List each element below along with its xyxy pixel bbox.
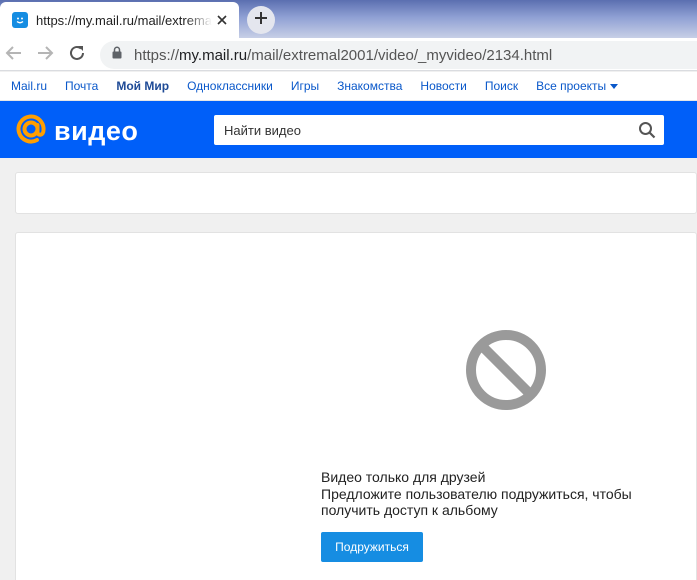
nav-all-projects[interactable]: Все проекты <box>536 79 619 93</box>
blocked-icon <box>465 329 547 411</box>
url-scheme: https:// <box>134 46 180 64</box>
nav-igry[interactable]: Игры <box>291 79 319 93</box>
url-path: /mail/extremal2001/video/_myvideo/2134.h… <box>247 46 553 64</box>
url-host: my.mail.ru <box>179 46 248 64</box>
url-text: https://my.mail.ru/mail/extremal2001/vid… <box>134 47 552 64</box>
video-header: видео <box>0 101 697 158</box>
info-panel <box>15 172 697 214</box>
caret-down-icon <box>610 84 619 90</box>
back-arrow-icon <box>5 44 23 67</box>
portal-nav: Mail.ru Почта Мой Мир Одноклассники Игры… <box>0 72 697 101</box>
nav-pochta[interactable]: Почта <box>65 79 98 93</box>
reload-button[interactable] <box>66 44 88 66</box>
access-message: Видео только для друзей Предложите польз… <box>321 469 661 519</box>
nav-mail-ru[interactable]: Mail.ru <box>11 79 47 93</box>
back-button[interactable] <box>3 44 25 66</box>
nav-poisk[interactable]: Поиск <box>485 79 518 93</box>
message-body: Предложите пользователю подружиться, что… <box>321 485 632 519</box>
nav-moi-mir[interactable]: Мой Мир <box>116 79 169 93</box>
browser-toolbar: https://my.mail.ru/mail/extremal2001/vid… <box>0 38 697 71</box>
video-panel <box>15 232 697 580</box>
reload-icon <box>68 44 86 67</box>
video-search <box>214 115 664 145</box>
lock-icon <box>112 46 122 64</box>
browser-tab[interactable]: https://my.mail.ru/mail/extremal2001/vid… <box>0 2 239 38</box>
add-friend-button[interactable]: Подружиться <box>321 532 423 562</box>
tab-title: https://my.mail.ru/mail/extremal2001/vid… <box>36 12 212 28</box>
all-projects-label: Все проекты <box>536 79 607 93</box>
nav-odnoklassniki[interactable]: Одноклассники <box>187 79 273 93</box>
search-input[interactable] <box>214 115 624 145</box>
address-bar[interactable]: https://my.mail.ru/mail/extremal2001/vid… <box>100 41 697 69</box>
tab-strip: https://my.mail.ru/mail/extremal2001/vid… <box>0 0 697 38</box>
video-logo[interactable]: видео <box>14 112 138 151</box>
close-icon[interactable] <box>215 13 229 27</box>
forward-arrow-icon <box>36 44 54 67</box>
forward-button[interactable] <box>34 44 56 66</box>
nav-novosti[interactable]: Новости <box>420 79 466 93</box>
at-sign-icon <box>14 112 48 151</box>
nav-znakomstva[interactable]: Знакомства <box>337 79 402 93</box>
search-icon[interactable] <box>638 121 656 139</box>
plus-icon <box>254 11 268 30</box>
message-title: Видео только для друзей <box>321 469 486 485</box>
mail-ru-favicon <box>12 12 28 28</box>
new-tab-button[interactable] <box>247 6 275 34</box>
logo-text: видео <box>54 116 139 146</box>
